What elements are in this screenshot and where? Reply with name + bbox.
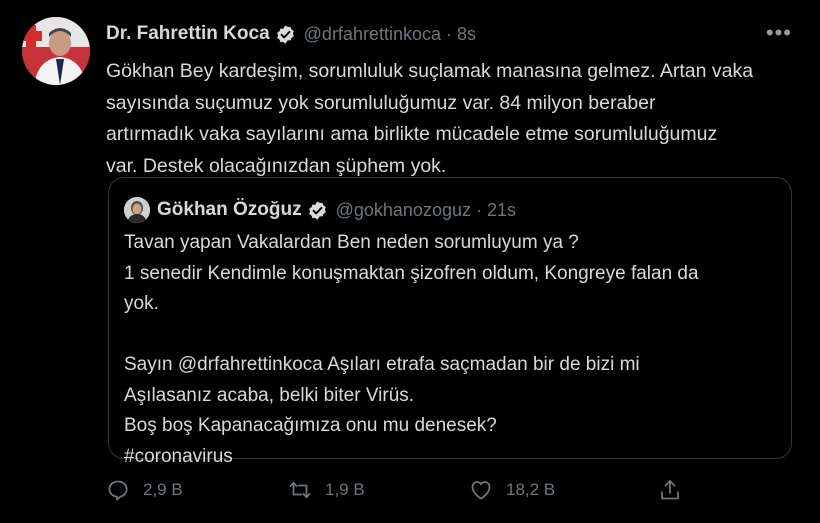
- verified-badge-icon: [307, 200, 328, 221]
- author-avatar[interactable]: [22, 17, 90, 85]
- author-name[interactable]: Dr. Fahrettin Koca: [106, 23, 270, 45]
- retweet-icon: [289, 481, 311, 499]
- reply-icon: [108, 480, 128, 501]
- tweet-actions: 2,9 B 1,9 B 18,2 B: [106, 478, 706, 506]
- reply-button[interactable]: 2,9 B: [106, 478, 183, 502]
- like-icon: [471, 481, 491, 500]
- share-icon: [661, 480, 679, 500]
- quoted-author-name[interactable]: Gökhan Özoğuz: [157, 199, 302, 221]
- reply-count: 2,9 B: [143, 480, 183, 499]
- retweet-count: 1,9 B: [325, 480, 365, 499]
- quoted-tweet-timestamp[interactable]: 21s: [487, 200, 516, 221]
- author-handle[interactable]: @drfahrettinkoca: [304, 24, 441, 45]
- like-button[interactable]: 18,2 B: [469, 478, 555, 502]
- like-count: 18,2 B: [506, 480, 556, 499]
- tweet-timestamp[interactable]: 8s: [457, 24, 476, 45]
- quoted-tweet-text: Tavan yapan Vakalardan Ben neden sorumlu…: [124, 232, 699, 467]
- quoted-tweet[interactable]: Gökhan Özoğuz @gokhanozoguz · 21s Tavan …: [108, 177, 792, 467]
- separator-dot: ·: [475, 199, 482, 220]
- verified-badge-icon: [275, 24, 296, 45]
- retweet-button[interactable]: 1,9 B: [288, 478, 365, 502]
- tweet-text: Gökhan Bey kardeşim, sorumluluk suçlamak…: [106, 60, 754, 177]
- share-button[interactable]: [658, 478, 695, 502]
- tweet-header: Dr. Fahrettin Koca @drfahrettinkoca · 8s: [106, 20, 476, 48]
- tweet[interactable]: Dr. Fahrettin Koca @drfahrettinkoca · 8s…: [0, 0, 820, 523]
- quoted-author-avatar[interactable]: [124, 197, 150, 223]
- quoted-tweet-header: Gökhan Özoğuz @gokhanozoguz · 21s: [157, 196, 516, 224]
- quoted-author-handle[interactable]: @gokhanozoguz: [336, 200, 471, 221]
- more-icon[interactable]: •••: [766, 20, 792, 46]
- separator-dot: ·: [446, 23, 452, 44]
